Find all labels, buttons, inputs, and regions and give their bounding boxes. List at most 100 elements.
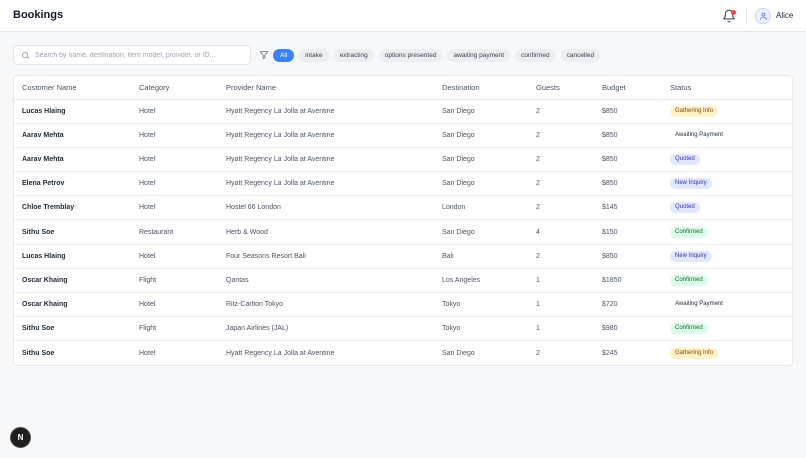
category-cell: Hotel: [131, 147, 218, 173]
avatar[interactable]: [755, 8, 771, 24]
filter-chip-confirmed[interactable]: confirmed: [515, 49, 556, 62]
customer-name-cell: Sithu Soe: [14, 219, 131, 245]
customer-name-cell: Lucas Hlaing: [14, 244, 131, 269]
table-row[interactable]: Oscar Khaing Hotel Ritz-Carlton Tokyo Tokyo…: [14, 292, 792, 318]
category-cell: Hotel: [131, 99, 218, 124]
status-badge: Confirmed: [670, 226, 708, 238]
provider-name-cell: Herb & Wood: [218, 219, 434, 245]
table-row[interactable]: Aarav Mehta Hotel Hyatt Regency La Jolla a…: [14, 147, 792, 173]
budget-cell: $850: [594, 147, 662, 173]
table-header-row: Customer Name Category Provider Name Des…: [14, 76, 792, 100]
status-cell: Gathering Info: [662, 99, 792, 124]
table-row[interactable]: Aarav Mehta Hotel Hyatt Regency La Jolla a…: [14, 123, 792, 148]
provider-name-cell: Hostel 66 London: [218, 195, 434, 221]
column-header-status[interactable]: Status: [662, 76, 792, 100]
filter-chip-intake[interactable]: intake: [299, 49, 329, 62]
column-header-budget[interactable]: Budget: [594, 76, 662, 100]
budget-cell: $850: [594, 171, 662, 197]
destination-cell: San Diego: [442, 349, 475, 357]
provider-name-cell: Qantas: [218, 268, 434, 294]
status-badge: Quoted: [670, 153, 700, 165]
destination-cell: San Diego: [434, 99, 528, 124]
notification-dot: [731, 10, 736, 15]
budget-cell: $245: [602, 349, 618, 357]
guests-cell: 2: [528, 195, 594, 221]
status-badge: Quoted: [670, 202, 700, 214]
provider-name-cell: Hyatt Regency La Jolla at Aventine: [218, 171, 434, 197]
category-cell: Hotel: [131, 195, 218, 221]
customer-name-cell: Lucas Hlaing: [14, 99, 131, 124]
destination-cell: Tokyo: [434, 292, 528, 318]
table-row[interactable]: Sithu Soe Hotel Hyatt Regency La Jolla at …: [14, 341, 792, 365]
destination-cell: San Diego: [434, 123, 528, 148]
status-badge: Awaiting Payment: [670, 299, 728, 311]
category-cell: Hotel: [131, 244, 218, 269]
customer-name-cell: Aarav Mehta: [14, 147, 131, 173]
customer-name-cell: Elena Petrov: [14, 171, 131, 197]
guests-cell: 4: [528, 219, 594, 245]
guests-cell: 2: [528, 147, 594, 173]
filter-chip-awaiting-payment[interactable]: awaiting payment: [447, 49, 511, 62]
destination-cell: Tokyo: [434, 316, 528, 342]
budget-cell: $850: [594, 244, 662, 269]
status-badge: New Inquiry: [670, 178, 712, 190]
guests-cell: 2: [528, 99, 594, 124]
table-body: Lucas Hlaing Hotel Hyatt Regency La Jolla …: [14, 99, 792, 365]
category-cell: Hotel: [139, 349, 156, 357]
table-row[interactable]: Sithu Soe Restaurant Herb & Wood San Diego 4…: [14, 219, 792, 245]
destination-cell: San Diego: [434, 219, 528, 245]
column-header-provider-name[interactable]: Provider Name: [218, 76, 434, 100]
header-divider: [746, 7, 747, 25]
customer-name-cell: Sithu Soe: [14, 316, 131, 342]
table-row[interactable]: Lucas Hlaing Hotel Four Seasons Resort Bal…: [14, 244, 792, 269]
category-cell: Flight: [131, 316, 218, 342]
status-cell: New Inquiry: [662, 244, 792, 269]
search-box[interactable]: [13, 45, 251, 65]
status-badge: Gathering Info: [670, 347, 719, 359]
guests-cell: 1: [528, 268, 594, 294]
customer-name-cell: Oscar Khaing: [14, 268, 131, 294]
column-header-destination[interactable]: Destination: [434, 76, 528, 100]
column-header-guests[interactable]: Guests: [528, 76, 594, 100]
table-row[interactable]: Chloe Tremblay Hotel Hostel 66 London Londo…: [14, 195, 792, 221]
provider-name-cell: Hyatt Regency La Jolla at Aventine: [218, 123, 434, 148]
provider-name-cell: Japan Airlines (JAL): [218, 316, 434, 342]
table-row[interactable]: Sithu Soe Flight Japan Airlines (JAL) Tokyo…: [14, 316, 792, 342]
page-title: Bookings: [13, 9, 64, 21]
status-cell: Quoted: [662, 195, 792, 221]
category-cell: Hotel: [131, 123, 218, 148]
provider-name-cell: Hyatt Regency La Jolla at Aventine: [226, 349, 335, 357]
category-cell: Hotel: [131, 292, 218, 318]
status-cell: Confirmed: [662, 219, 792, 245]
table-row[interactable]: Oscar Khaing Flight Qantas Los Angeles 1 $185…: [14, 268, 792, 294]
table-row[interactable]: Elena Petrov Hotel Hyatt Regency La Jolla …: [14, 171, 792, 197]
budget-cell: $150: [594, 219, 662, 245]
filter-chip-extracting[interactable]: extracting: [333, 49, 374, 62]
column-header-category[interactable]: Category: [131, 76, 218, 100]
filter-chip-cancelled[interactable]: cancelled: [560, 49, 601, 62]
guests-cell: 2: [528, 171, 594, 197]
table-row[interactable]: Lucas Hlaing Hotel Hyatt Regency La Jolla …: [14, 99, 792, 124]
destination-cell: San Diego: [434, 147, 528, 173]
status-filter-chips: All intake extracting options presented …: [273, 49, 601, 62]
status-cell: Awaiting Payment: [662, 292, 792, 318]
status-cell: Gathering Info: [662, 341, 792, 365]
guests-cell: 1: [528, 292, 594, 318]
filter-chip-all[interactable]: All: [273, 49, 295, 62]
filter-chip-options-presented[interactable]: options presented: [378, 49, 443, 62]
user-icon: [760, 12, 767, 20]
column-header-customer-name[interactable]: Customer Name: [14, 76, 131, 100]
status-badge: Confirmed: [670, 323, 708, 335]
user-name[interactable]: Alice: [776, 11, 793, 20]
budget-cell: $145: [594, 195, 662, 221]
filter-icon[interactable]: [259, 50, 269, 60]
top-bar: Bookings Alice: [0, 0, 806, 32]
status-badge: Awaiting Payment: [670, 129, 728, 141]
customer-name-cell: Chloe Tremblay: [14, 195, 131, 221]
status-badge: New Inquiry: [670, 250, 712, 262]
budget-cell: $720: [594, 292, 662, 318]
search-input[interactable]: [35, 48, 247, 62]
guests-cell: 1: [528, 316, 594, 342]
framework-badge-button[interactable]: N: [10, 427, 31, 448]
customer-name-cell: Sithu Soe: [22, 349, 55, 357]
